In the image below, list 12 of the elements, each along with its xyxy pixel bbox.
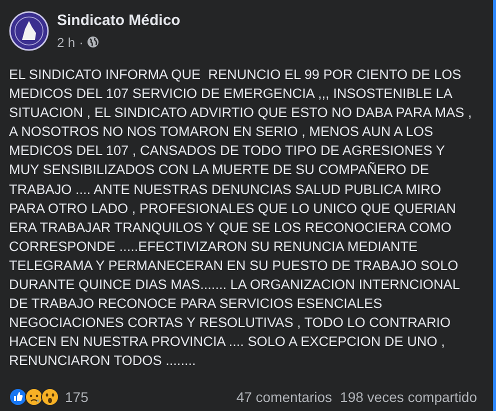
- avatar-logo[interactable]: [9, 11, 49, 51]
- separator: ·: [79, 34, 84, 52]
- like-icon[interactable]: [9, 388, 27, 406]
- reaction-count[interactable]: 175: [65, 386, 88, 408]
- comments-link[interactable]: 47 comentarios: [236, 386, 332, 408]
- wow-emoji-icon[interactable]: [41, 388, 59, 406]
- shares-link[interactable]: 198 veces compartido: [340, 386, 477, 408]
- post-time[interactable]: 2 h: [57, 32, 76, 52]
- post-text: EL SINDICATO INFORMA QUE RENUNCIO EL 99 POR CIENTO DE LOS MEDICOS DEL 107 SERVICIO DE EMERGENCIA ,,, INSOSTENIBLE LA SITUACION , EL SINDICATO ADVIRTIO QUE ESTO NO DABA PARA MAS , A NOSOTROS NO NOS TOMARON EN SERIO , MENOS AUN A LOS MEDICOS DEL 107 , CANSADOS DE TODO TIPO DE AGRESIONES Y MUY SENSIBILIZADOS CON LA MUERTE DE SU COMPAÑERO DE TRABAJO .... ANTE NUESTRAS DENUNCIAS SALUD PUBLICA MIRO PARA OTRO LADO , PROFESIONALES QUE LO UNICO QUE QUERIAN ERA TRABAJAR TRANQUILOS Y QUE SE LOS RECONOCIERA COMO CORRESPONDE .....EFECTIVIZARON SU RENUNCIA MEDIANTE TELEGRAMA Y PERMANECERAN EN SU PUESTO DE TRABAJO SOLO DURANTE QUINCE DIAS MAS....... LA ORGANIZACION INTERNCIONAL DE TRABAJO RECONOCE PARA SERVICIOS ESENCIALES NEGOCIACIONES CORTAS Y RESOLUTIVAS , TODO LO CONTRARIO HACEN EN NUESTRA PROVINCIA .... SOLO A EXCEPCION DE UNO , RENUNCIARON TODOS ........: [9, 66, 473, 370]
- sad-emoji-icon[interactable]: [25, 388, 43, 406]
- globe-icon[interactable]: [87, 36, 100, 48]
- author-name[interactable]: Sindicato Médico: [57, 10, 180, 32]
